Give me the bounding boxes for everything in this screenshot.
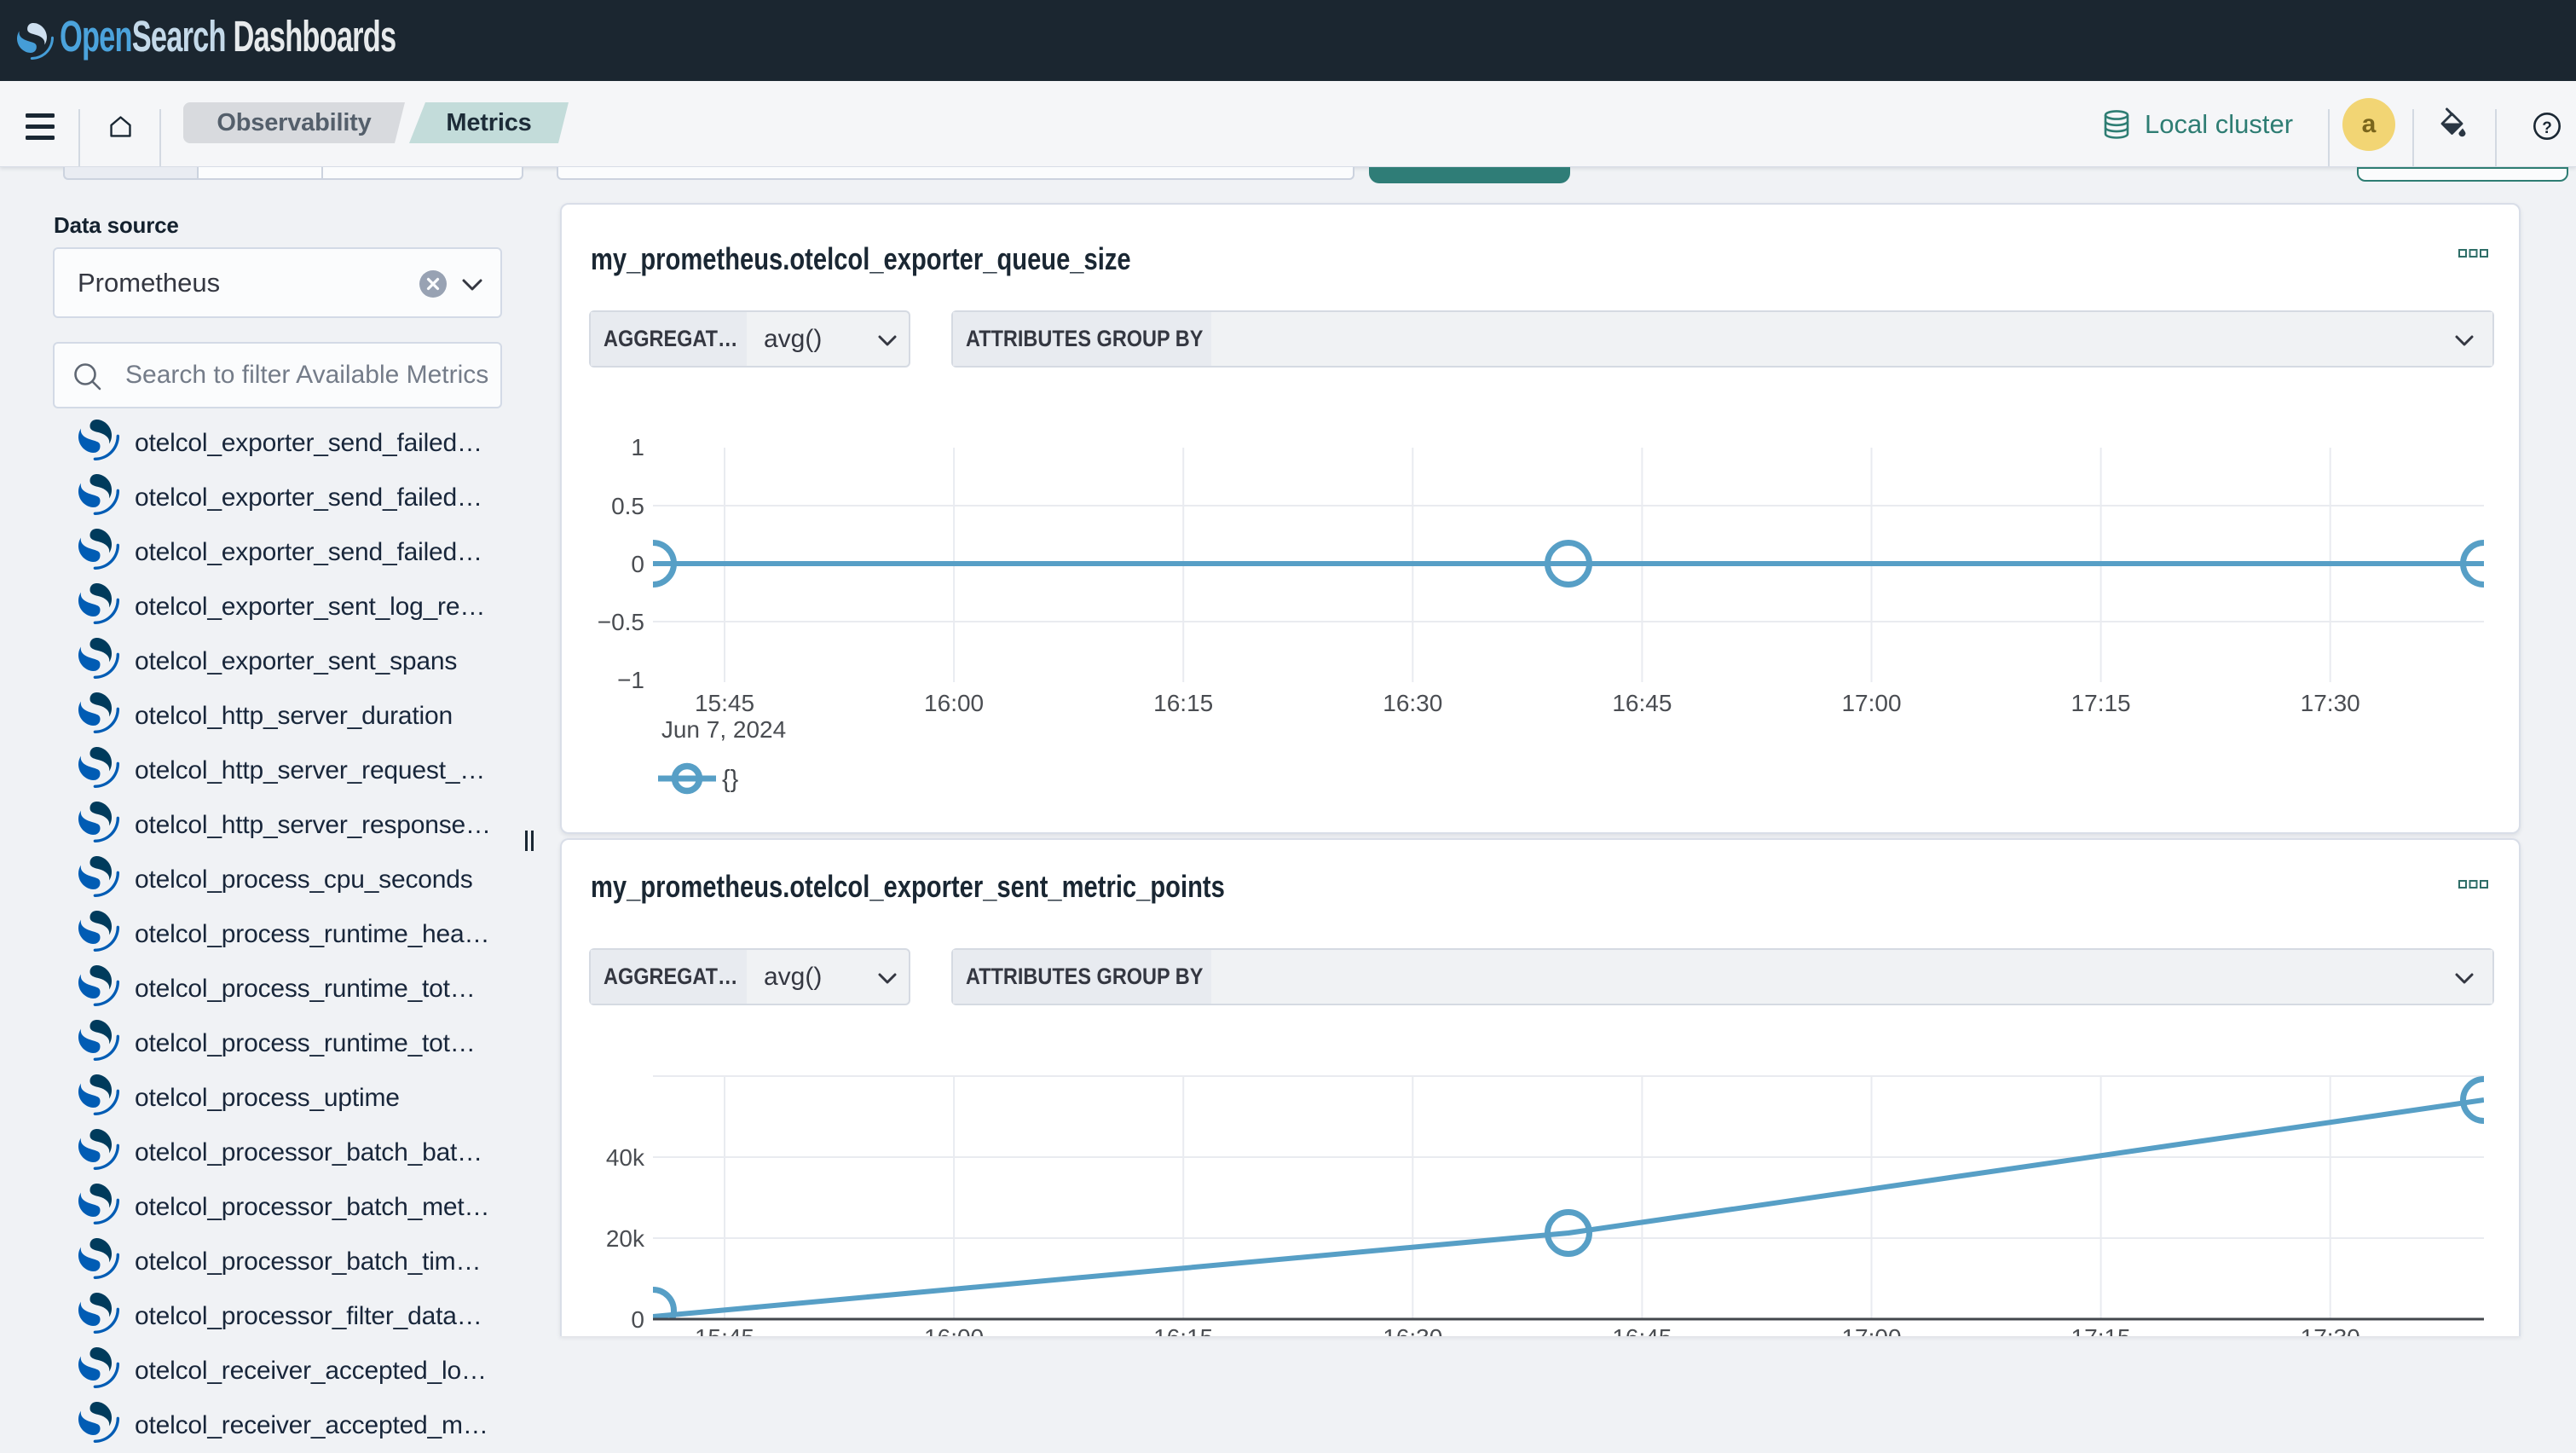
svg-text:16:15: 16:15 [1153,1324,1213,1336]
svg-text:17:00: 17:00 [1841,690,1901,716]
svg-text:−1: −1 [617,667,644,693]
svg-text:16:45: 16:45 [1612,1324,1672,1336]
svg-text:40k: 40k [606,1144,645,1171]
svg-text:16:30: 16:30 [1383,1324,1442,1336]
svg-text:16:30: 16:30 [1383,690,1442,716]
svg-text:16:00: 16:00 [924,690,984,716]
svg-text:15:45: 15:45 [695,690,754,716]
svg-text:−0.5: −0.5 [598,609,644,635]
svg-text:?: ? [2542,119,2552,137]
svg-text:15:45: 15:45 [695,1324,754,1336]
svg-text:{}: {} [722,766,739,793]
svg-text:0: 0 [631,1306,644,1333]
svg-text:Jun 7, 2024: Jun 7, 2024 [661,716,786,743]
svg-text:17:30: 17:30 [2301,690,2360,716]
svg-text:17:15: 17:15 [2071,1324,2131,1336]
svg-text:16:15: 16:15 [1153,690,1213,716]
svg-text:1: 1 [631,434,644,460]
svg-text:16:00: 16:00 [924,1324,984,1336]
svg-text:0.5: 0.5 [611,493,644,519]
svg-text:16:45: 16:45 [1612,690,1672,716]
svg-text:17:00: 17:00 [1841,1324,1901,1336]
svg-text:17:30: 17:30 [2301,1324,2360,1336]
svg-text:0: 0 [631,551,644,577]
svg-text:20k: 20k [606,1225,645,1252]
svg-text:17:15: 17:15 [2071,690,2131,716]
